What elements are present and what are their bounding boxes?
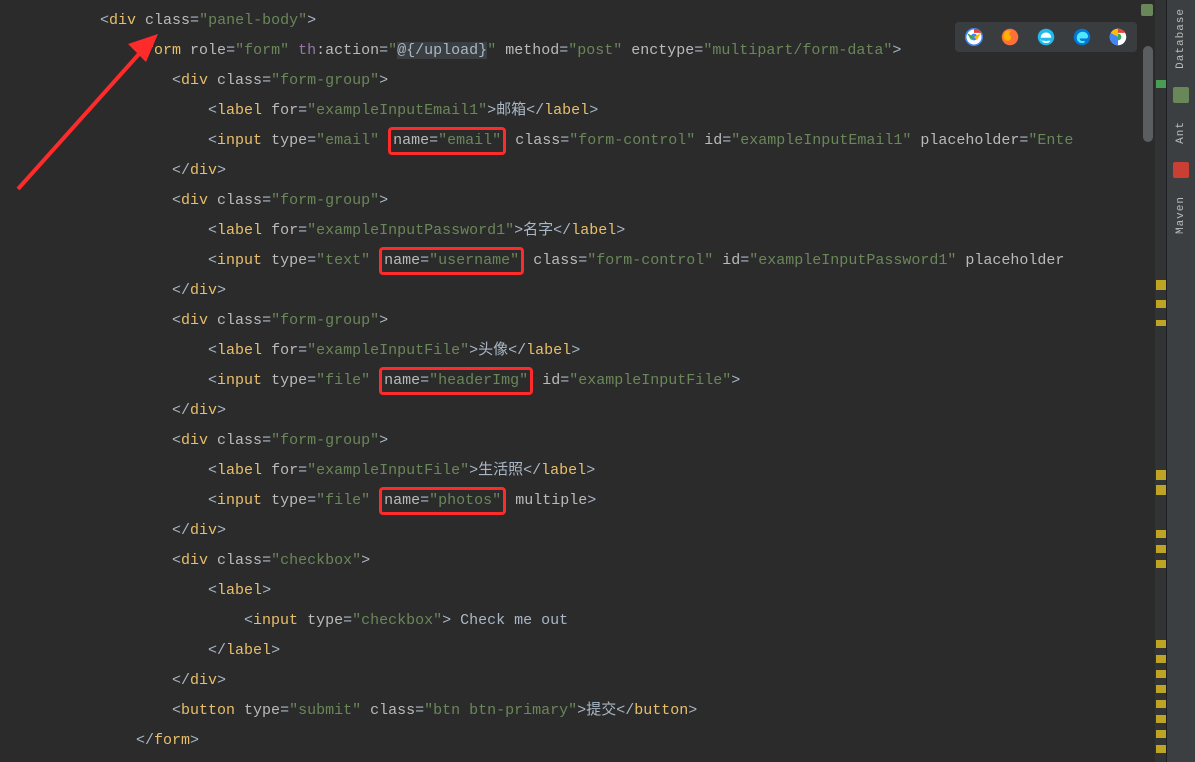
stripe-marker[interactable] (1156, 715, 1166, 723)
stripe-marker[interactable] (1156, 560, 1166, 568)
analysis-status-icon[interactable] (1141, 4, 1153, 16)
right-tool-rail: Database Ant Maven (1166, 0, 1195, 762)
stripe-marker[interactable] (1156, 640, 1166, 648)
ie-icon[interactable] (1037, 28, 1055, 46)
code-editor[interactable]: <div class="panel-body"> <form role="for… (0, 0, 1195, 762)
code-block[interactable]: <div class="panel-body"> <form role="for… (0, 6, 1195, 756)
stripe-marker[interactable] (1156, 545, 1166, 553)
open-in-browser-bar (955, 22, 1137, 52)
stripe-marker[interactable] (1156, 655, 1166, 663)
chrome-icon[interactable] (965, 28, 983, 46)
edge-icon[interactable] (1073, 28, 1091, 46)
stripe-marker[interactable] (1156, 745, 1166, 753)
tool-tab-database[interactable]: Database (1175, 4, 1187, 73)
stripe-marker[interactable] (1156, 280, 1166, 290)
ant-icon[interactable] (1173, 87, 1189, 103)
scrollbar-thumb[interactable] (1143, 46, 1153, 142)
stripe-marker[interactable] (1156, 670, 1166, 678)
chrome-canary-icon[interactable] (1109, 28, 1127, 46)
stripe-marker[interactable] (1156, 730, 1166, 738)
maven-icon[interactable] (1173, 162, 1189, 178)
stripe-marker[interactable] (1156, 485, 1166, 495)
stripe-marker[interactable] (1156, 470, 1166, 480)
stripe-marker[interactable] (1156, 300, 1166, 308)
stripe-marker[interactable] (1156, 320, 1166, 326)
firefox-icon[interactable] (1001, 28, 1019, 46)
tool-tab-ant[interactable]: Ant (1175, 117, 1187, 148)
tool-tab-maven[interactable]: Maven (1175, 192, 1187, 238)
stripe-marker[interactable] (1156, 80, 1166, 88)
stripe-marker[interactable] (1156, 530, 1166, 538)
stripe-marker[interactable] (1156, 700, 1166, 708)
stripe-marker[interactable] (1156, 685, 1166, 693)
